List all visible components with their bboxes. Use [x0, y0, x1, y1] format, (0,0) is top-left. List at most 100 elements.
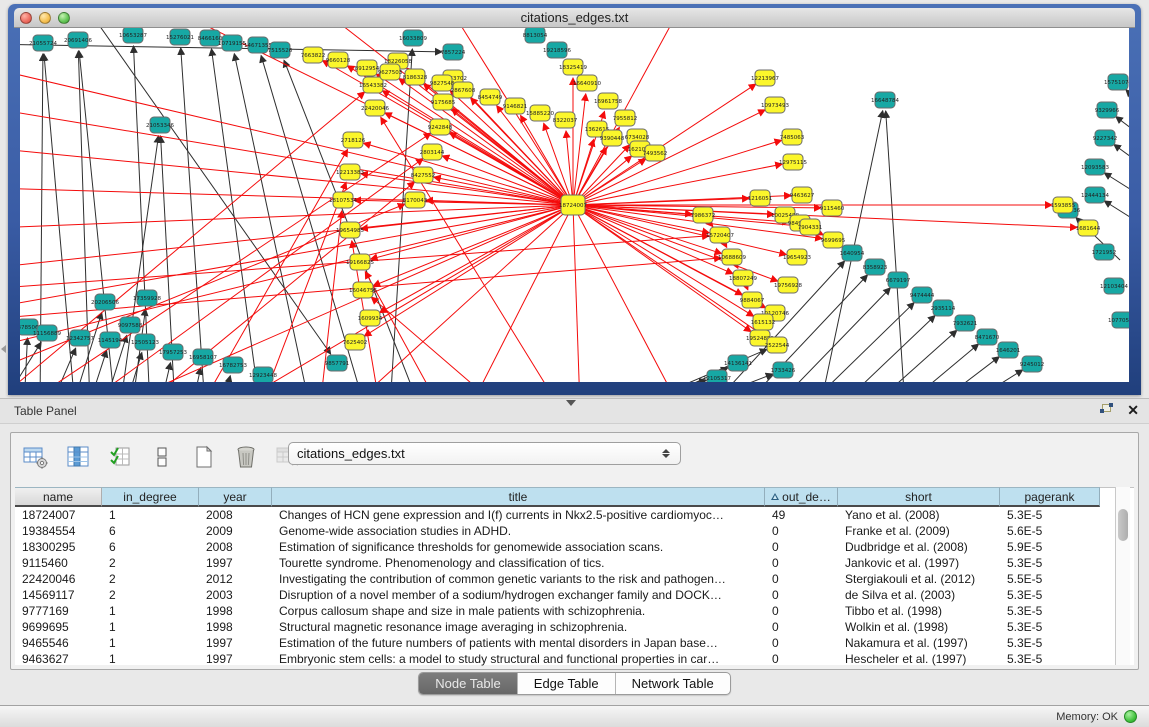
graph-edge[interactable] [932, 357, 999, 382]
graph-edge[interactable] [20, 342, 41, 382]
graph-edge[interactable] [371, 297, 500, 382]
graph-node[interactable]: 2522544 [765, 337, 790, 353]
graph-edge[interactable] [902, 344, 979, 382]
graph-node[interactable]: 8427552 [411, 167, 436, 183]
table-cell[interactable]: 1997 [199, 555, 272, 571]
graph-node[interactable]: 9245012 [1020, 356, 1045, 372]
graph-node[interactable]: 9242848 [428, 119, 453, 135]
graph-node[interactable]: 12975115 [779, 154, 807, 170]
table-cell[interactable]: 18724007 [15, 507, 102, 523]
table-cell[interactable]: 2003 [199, 587, 272, 603]
graph-node[interactable]: 16648784 [871, 92, 899, 108]
graph-node[interactable]: 18107534 [329, 192, 357, 208]
graph-node[interactable]: 12093583 [1081, 159, 1109, 175]
table-cell[interactable]: Tibbo et al. (1998) [838, 603, 1000, 619]
table-cell[interactable]: Jankovic et al. (1997) [838, 555, 1000, 571]
table-row[interactable]: 969969511998Structural magnetic resonanc… [15, 619, 1100, 635]
table-cell[interactable]: 19384554 [15, 523, 102, 539]
graph-node[interactable]: 8170043 [403, 192, 428, 208]
graph-node[interactable]: 10653287 [119, 28, 147, 43]
graph-node[interactable]: 9857791 [325, 355, 350, 371]
table-cell[interactable]: 0 [765, 523, 838, 539]
table-cell[interactable]: Stergiakouli et al. (2012) [838, 571, 1000, 587]
graph-node[interactable]: 15885220 [526, 105, 554, 121]
graph-node[interactable]: 7493562 [643, 145, 668, 161]
graph-edge[interactable] [1114, 144, 1129, 178]
table-cell[interactable]: Genome-wide association studies in ADHD. [272, 523, 765, 539]
graph-node[interactable]: 7515526 [268, 42, 293, 58]
graph-edge[interactable] [222, 376, 230, 382]
table-cell[interactable]: 5.3E-5 [1000, 587, 1100, 603]
table-cell[interactable]: Structural magnetic resonance image aver… [272, 619, 765, 635]
table-cell[interactable]: Investigating the contribution of common… [272, 571, 765, 587]
table-cell[interactable]: 9463627 [15, 651, 102, 667]
table-cell[interactable]: Embryonic stem cells: a model to study s… [272, 651, 765, 667]
graph-edge[interactable] [211, 49, 260, 382]
graph-node[interactable]: 10719155 [218, 35, 246, 51]
graph-node[interactable]: 9884067 [740, 292, 765, 308]
graph-node[interactable]: 9390448 [600, 130, 625, 146]
table-cell[interactable]: Hescheler et al. (1997) [838, 651, 1000, 667]
graph-node[interactable]: 1640954 [840, 245, 865, 261]
graph-node[interactable]: 6679197 [886, 272, 911, 288]
graph-node[interactable]: 12505123 [131, 334, 159, 350]
graph-edge[interactable] [449, 133, 573, 205]
table-cell[interactable]: 1997 [199, 635, 272, 651]
network-window-titlebar[interactable]: citations_edges.txt [14, 8, 1135, 28]
graph-node[interactable]: 10973493 [761, 97, 789, 113]
graph-node[interactable]: 7663822 [301, 47, 326, 63]
table-row[interactable]: 946362711997Embryonic stem cells: a mode… [15, 651, 1100, 667]
scrollbar-thumb[interactable] [1118, 509, 1128, 541]
graph-node[interactable]: 18724007 [559, 195, 587, 215]
column-header-out_de[interactable]: out_de… [765, 487, 838, 507]
graph-edge[interactable] [886, 111, 905, 382]
column-header-name[interactable]: name [15, 487, 102, 507]
memory-status-dot[interactable] [1124, 710, 1137, 723]
close-panel-icon[interactable]: ✕ [1127, 403, 1139, 417]
table-cell[interactable]: 5.3E-5 [1000, 619, 1100, 635]
graph-node[interactable]: 12444134 [1081, 187, 1109, 203]
table-row[interactable]: 2242004622012Investigating the contribut… [15, 571, 1100, 587]
graph-node[interactable]: 14136141 [724, 355, 752, 371]
graph-node[interactable]: 1593855 [1051, 197, 1076, 213]
table-cell[interactable]: 0 [765, 539, 838, 555]
graph-node[interactable]: 8358923 [863, 259, 888, 275]
table-settings-icon[interactable] [21, 443, 51, 471]
graph-node[interactable]: 9227342 [1093, 130, 1118, 146]
graph-edge[interactable] [470, 205, 573, 382]
tab-edge-table[interactable]: Edge Table [518, 673, 616, 694]
table-cell[interactable]: 0 [765, 555, 838, 571]
graph-node[interactable]: 7857224 [441, 44, 466, 60]
graph-edge[interactable] [442, 156, 573, 205]
graph-node[interactable]: 7485063 [780, 129, 805, 145]
table-cell[interactable]: 49 [765, 507, 838, 523]
graph-node[interactable]: 1733426 [771, 362, 796, 378]
graph-node[interactable]: 19654923 [783, 249, 811, 265]
graph-node[interactable]: 9329966 [1095, 102, 1120, 118]
graph-node[interactable]: 18807249 [729, 270, 757, 286]
graph-edge[interactable] [573, 94, 586, 205]
graph-node[interactable]: 9474444 [910, 287, 935, 303]
table-row[interactable]: 1830029562008Estimation of significance … [15, 539, 1100, 555]
graph-edge[interactable] [1126, 90, 1129, 123]
panel-splitter-grip[interactable] [566, 400, 576, 406]
graph-node[interactable]: 9627503 [378, 64, 403, 80]
table-cell[interactable]: 0 [765, 603, 838, 619]
graph-node[interactable]: 15276021 [166, 29, 194, 45]
graph-node[interactable]: 12213967 [751, 70, 779, 86]
table-cell[interactable]: 2 [102, 587, 199, 603]
graph-edge[interactable] [88, 350, 107, 382]
table-cell[interactable]: 2008 [199, 539, 272, 555]
graph-node[interactable]: 15720407 [706, 227, 734, 243]
table-cell[interactable]: 1 [102, 619, 199, 635]
table-cell[interactable]: 2008 [199, 507, 272, 523]
graph-node[interactable]: 20691406 [64, 32, 92, 48]
graph-node[interactable]: 12923448 [249, 367, 277, 382]
table-cell[interactable]: 2 [102, 555, 199, 571]
table-select[interactable]: citations_edges.txt [288, 442, 681, 465]
table-cell[interactable]: 5.3E-5 [1000, 603, 1100, 619]
table-cell[interactable]: Tourette syndrome. Phenomenology and cla… [272, 555, 765, 571]
table-cell[interactable]: Wolkin et al. (1998) [838, 619, 1000, 635]
table-cell[interactable]: 0 [765, 587, 838, 603]
graph-edge[interactable] [573, 205, 580, 382]
